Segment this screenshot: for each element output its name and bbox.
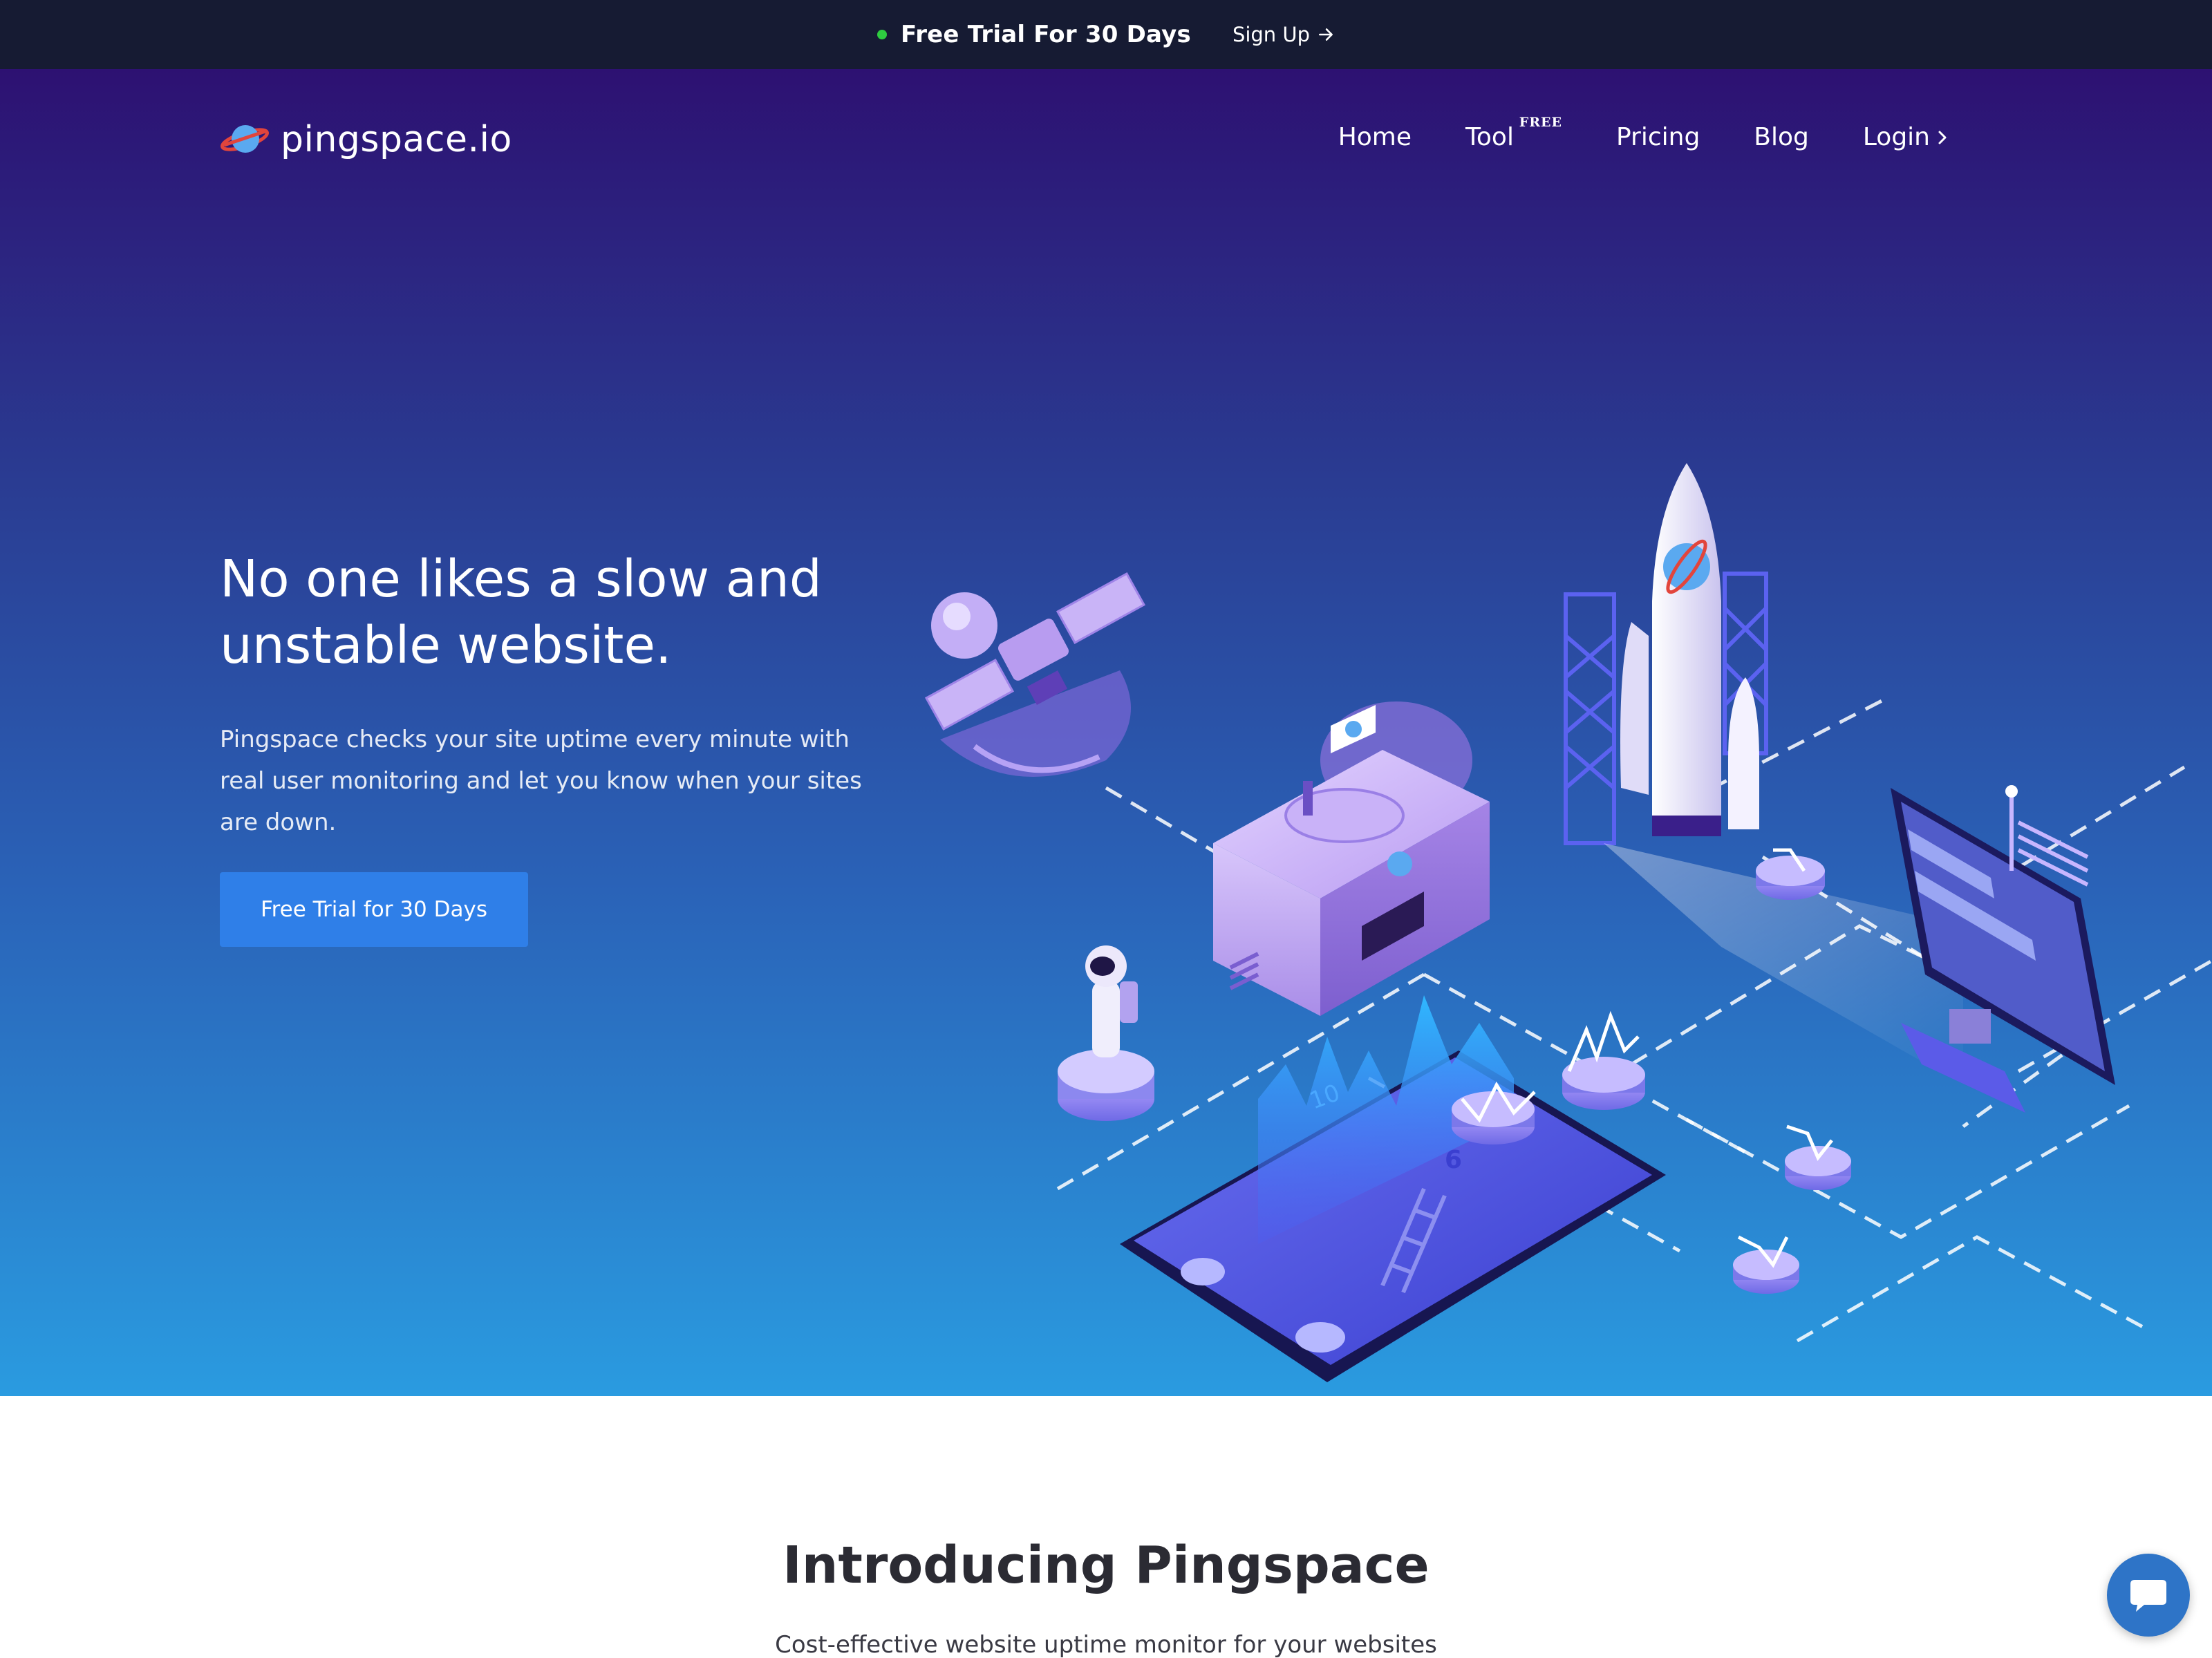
nav-pricing[interactable]: Pricing [1616,123,1700,151]
nav-tool-label: Tool [1465,123,1514,151]
signup-label: Sign Up [1232,23,1311,46]
satellite-illustration [924,572,1146,777]
free-badge: FREE [1519,115,1562,130]
announcement-bar: Free Trial For 30 Days Sign Up [0,0,2212,69]
nav-blog[interactable]: Blog [1754,123,1809,151]
logo-text: pingspace.io [281,119,512,160]
intro-title: Introducing Pingspace [782,1536,1430,1595]
nav-login-label: Login [1862,123,1930,151]
chat-bubble-icon [2130,1580,2166,1612]
building-illustration [1213,701,1490,1016]
hero-section: pingspace.io Home Tool FREE Pricing Blog… [0,69,2212,1396]
chevron-right-icon [1938,131,1947,144]
logo-link[interactable]: pingspace.io [220,119,512,160]
nav-home[interactable]: Home [1338,123,1412,151]
intro-subtitle: Cost-effective website uptime monitor fo… [775,1631,1437,1658]
main-nav: Home Tool FREE Pricing Blog Login [1338,115,1949,151]
arrow-right-icon [1319,28,1333,41]
signup-link[interactable]: Sign Up [1232,23,1335,46]
free-trial-button[interactable]: Free Trial for 30 Days [220,872,528,947]
planet-logo-icon [221,125,269,153]
chat-widget-button[interactable] [2107,1554,2190,1637]
nav-login[interactable]: Login [1863,123,1949,151]
phone-illustration: 10 6 [1120,995,1666,1382]
chart-label-6: 6 [1445,1146,1462,1174]
hero-illustration: 10 6 [924,463,2212,1382]
promo-text: Free Trial For 30 Days [900,21,1191,48]
hero-headline: No one likes a slow and unstable website… [220,549,822,675]
nav-tool[interactable]: Tool FREE [1465,115,1562,151]
status-dot-icon [877,30,887,39]
astronaut-illustration [1058,945,1154,1121]
hero-description: Pingspace checks your site uptime every … [220,726,862,836]
